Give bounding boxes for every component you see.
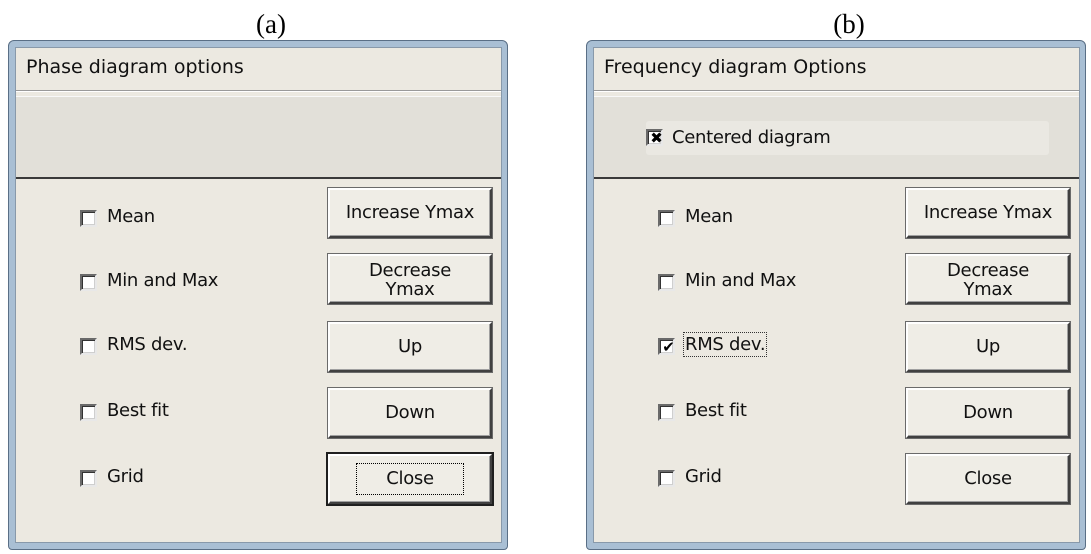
title-divider [16,90,501,92]
best-fit-checkbox[interactable] [658,404,675,421]
dialog-title: Phase diagram options [26,56,244,78]
best-fit-checkbox[interactable] [80,404,97,421]
min-and-max-checkbox[interactable] [80,274,97,291]
increase-ymax-button[interactable]: Increase Ymax [906,188,1070,238]
grid-checkbox[interactable] [80,470,97,487]
mean-checkbox[interactable] [80,210,97,227]
decrease-ymax-button-label: Decrease Ymax [947,261,1029,299]
mean-checkbox-label[interactable]: Mean [107,206,155,227]
centered-diagram-checkbox-label[interactable]: Centered diagram [672,127,831,148]
panel-caption-a: (a) [256,9,286,39]
phase-diagram-options-dialog: Phase diagram options Mean Min and Max R… [8,40,508,550]
grid-checkbox[interactable] [658,470,675,487]
close-button[interactable]: Close [906,454,1070,504]
centered-diagram-checkbox[interactable]: ✖ [646,129,663,147]
increase-ymax-button-label: Increase Ymax [345,202,475,223]
empty-options-group [16,96,501,179]
decrease-ymax-label-line1: Decrease [369,260,451,281]
best-fit-checkbox-label[interactable]: Best fit [685,400,747,421]
down-button[interactable]: Down [328,388,492,438]
mean-checkbox-label[interactable]: Mean [685,206,733,227]
checkmark-icon: ✔ [662,338,675,356]
up-button[interactable]: Up [906,322,1070,372]
up-button-label: Up [975,336,1000,357]
decrease-ymax-button[interactable]: Decrease Ymax [328,254,492,304]
min-and-max-checkbox-label[interactable]: Min and Max [107,270,218,291]
down-button-label: Down [385,402,435,423]
decrease-ymax-button[interactable]: Decrease Ymax [906,254,1070,304]
close-button-label: Close [964,468,1012,489]
grid-checkbox-label[interactable]: Grid [107,466,144,487]
mean-checkbox[interactable] [658,210,675,227]
close-button[interactable]: Close [328,454,492,504]
checkbox-x-mark-icon: ✖ [650,129,663,147]
panel-caption-b: (b) [833,9,865,39]
decrease-ymax-label-line2: Ymax [385,279,435,300]
decrease-ymax-button-label: Decrease Ymax [369,261,451,299]
close-button-label: Close [356,463,464,495]
decrease-ymax-label-line1: Decrease [947,260,1029,281]
centered-options-group: ✖ Centered diagram [594,96,1079,179]
up-button[interactable]: Up [328,322,492,372]
rms-dev-checkbox[interactable]: ✔ [658,338,675,356]
dialog-client-area: Frequency diagram Options ✖ Centered dia… [593,47,1080,543]
up-button-label: Up [397,336,422,357]
down-button[interactable]: Down [906,388,1070,438]
increase-ymax-button-label: Increase Ymax [923,202,1053,223]
frequency-diagram-options-dialog: Frequency diagram Options ✖ Centered dia… [586,40,1086,550]
down-button-label: Down [963,402,1013,423]
increase-ymax-button[interactable]: Increase Ymax [328,188,492,238]
decrease-ymax-label-line2: Ymax [963,279,1013,300]
rms-dev-checkbox[interactable] [80,338,97,355]
rms-dev-checkbox-label[interactable]: RMS dev. [682,332,768,357]
best-fit-checkbox-label[interactable]: Best fit [107,400,169,421]
grid-checkbox-label[interactable]: Grid [685,466,722,487]
dialog-title: Frequency diagram Options [604,56,867,78]
min-and-max-checkbox[interactable] [658,274,675,291]
title-divider [594,90,1079,92]
min-and-max-checkbox-label[interactable]: Min and Max [685,270,796,291]
rms-dev-checkbox-label[interactable]: RMS dev. [107,334,188,355]
centered-diagram-row: ✖ Centered diagram [646,121,1049,155]
dialog-client-area: Phase diagram options Mean Min and Max R… [15,47,502,543]
